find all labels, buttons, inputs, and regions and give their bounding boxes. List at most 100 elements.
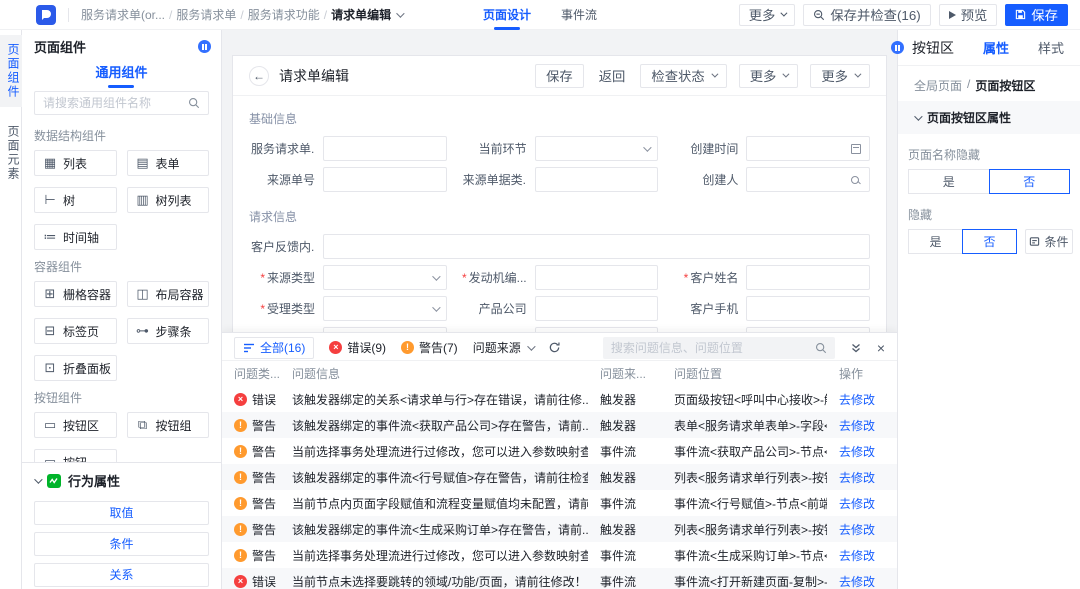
app-logo-icon[interactable] xyxy=(36,5,56,25)
behavior-button[interactable]: 条件 xyxy=(34,532,209,556)
go-fix-link[interactable]: 去修改 xyxy=(839,573,885,589)
field-input[interactable] xyxy=(535,296,659,321)
collapse-inspector-icon[interactable] xyxy=(891,41,904,54)
refresh-icon[interactable] xyxy=(548,341,561,354)
component-item[interactable]: ▦列表 xyxy=(34,150,117,176)
page-name-hidden-no[interactable]: 否 xyxy=(989,169,1071,194)
hidden-yes[interactable]: 是 xyxy=(908,229,963,254)
behavior-button[interactable]: 取值 xyxy=(34,501,209,525)
component-label: 标签页 xyxy=(63,323,99,340)
form-grid: 服务请求单... 当前环节 创建时间 xyxy=(249,136,870,192)
component-item[interactable]: ⊞栅格容器 xyxy=(34,281,117,307)
component-item[interactable]: ▤表单 xyxy=(127,150,210,176)
preview-button[interactable]: 预览 xyxy=(939,4,998,26)
go-fix-link[interactable]: 去修改 xyxy=(839,547,885,564)
field-input[interactable] xyxy=(535,167,659,192)
breadcrumb-item[interactable]: 全局页面 xyxy=(914,77,962,94)
field-input[interactable] xyxy=(323,136,447,161)
issue-type: 警告 xyxy=(234,547,280,564)
field-input[interactable] xyxy=(746,296,870,321)
go-fix-link[interactable]: 去修改 xyxy=(839,495,885,512)
page-name-hidden-yes[interactable]: 是 xyxy=(908,169,990,194)
issue-row[interactable]: 警告 当前选择事务处理流进行过修改，您可以进入参数映射查... 事件流 事件流<… xyxy=(222,438,897,464)
canvas-action-button[interactable]: 更多 xyxy=(810,64,870,88)
search-icon xyxy=(815,342,827,354)
breadcrumb-item[interactable]: 服务请求功能 xyxy=(248,6,320,23)
form-field: *发动机编... xyxy=(461,265,659,290)
component-item[interactable]: ⊢树 xyxy=(34,187,117,213)
form-field: 产品公司 xyxy=(461,296,659,321)
save-and-check-button[interactable]: 保存并检查(16) xyxy=(803,4,930,26)
field-input[interactable] xyxy=(323,234,870,259)
field-input[interactable] xyxy=(535,265,659,290)
close-issues-icon[interactable]: × xyxy=(877,341,885,355)
field-input[interactable] xyxy=(746,136,870,161)
go-fix-link[interactable]: 去修改 xyxy=(839,443,885,460)
rail-tab-page-components[interactable]: 页面组件 xyxy=(0,35,22,107)
issue-row[interactable]: 警告 该触发器绑定的事件流<生成采购订单>存在警告，请前... 触发器 列表<服… xyxy=(222,516,897,542)
field-input[interactable] xyxy=(535,136,659,161)
field-input[interactable] xyxy=(323,265,447,290)
component-item[interactable]: ▭按钮 xyxy=(34,449,117,462)
chevron-down-icon xyxy=(854,71,861,78)
canvas-action-button[interactable]: 保存 xyxy=(535,64,584,88)
issue-source-dropdown[interactable]: 问题来源 xyxy=(473,339,533,356)
collapse-sidebar-icon[interactable] xyxy=(198,40,211,53)
collapse-issues-icon[interactable] xyxy=(850,342,862,354)
issue-message: 当前节点未选择要跳转的领域/功能/页面，请前往修改！ xyxy=(292,573,588,589)
issues-tab-all[interactable]: 全部(16) xyxy=(234,337,314,359)
field-input[interactable] xyxy=(746,265,870,290)
canvas-action-button[interactable]: 更多 xyxy=(739,64,799,88)
component-item[interactable]: ⊶步骤条 xyxy=(127,318,210,344)
component-item[interactable]: ≔时间轴 xyxy=(34,224,117,250)
field-input[interactable] xyxy=(323,167,447,192)
save-button[interactable]: 保存 xyxy=(1005,4,1068,26)
canvas-action-button[interactable]: 检查状态 xyxy=(640,64,726,88)
issues-tab-errors[interactable]: 错误(9) xyxy=(329,339,386,356)
rail-tab-page-elements[interactable]: 页面元素 xyxy=(0,117,22,189)
behavior-button[interactable]: 关系 xyxy=(34,563,209,587)
go-fix-link[interactable]: 去修改 xyxy=(839,391,885,408)
tab-page-design[interactable]: 页面设计 xyxy=(483,0,531,30)
condition-button[interactable]: 条件 xyxy=(1025,229,1073,254)
component-item[interactable]: ⧉按钮组 xyxy=(127,412,210,438)
back-icon[interactable] xyxy=(249,66,269,86)
issues-search-input[interactable] xyxy=(611,341,809,355)
breadcrumb-item[interactable]: 服务请求单(or... xyxy=(81,6,165,23)
go-fix-link[interactable]: 去修改 xyxy=(839,469,885,486)
component-search-input[interactable] xyxy=(43,96,182,110)
component-item[interactable]: ▥树列表 xyxy=(127,187,210,213)
issue-row[interactable]: 警告 当前节点内页面字段赋值和流程变量赋值均未配置，请前... 事件流 事件流<… xyxy=(222,490,897,516)
canvas-action-button[interactable]: 返回 xyxy=(596,64,629,88)
inspector-section-header[interactable]: 页面按钮区属性 xyxy=(898,101,1080,134)
hidden-no[interactable]: 否 xyxy=(962,229,1017,254)
issue-type-icon xyxy=(234,393,247,406)
field-label: 创建时间 xyxy=(672,140,738,157)
breadcrumb-item[interactable]: 服务请求单 xyxy=(176,6,236,23)
behavior-panel-header[interactable]: 行为属性 xyxy=(22,463,221,494)
go-fix-link[interactable]: 去修改 xyxy=(839,417,885,434)
tab-properties[interactable]: 属性 xyxy=(983,38,1009,57)
field-input[interactable] xyxy=(746,167,870,192)
more-button[interactable]: 更多 xyxy=(739,4,796,26)
issue-row[interactable]: 错误 当前节点未选择要跳转的领域/功能/页面，请前往修改！ 事件流 事件流<打开… xyxy=(222,568,897,589)
issue-row[interactable]: 警告 当前选择事务处理流进行过修改，您可以进入参数映射查... 事件流 事件流<… xyxy=(222,542,897,568)
tab-common-components[interactable]: 通用组件 xyxy=(95,62,147,88)
tab-styles[interactable]: 样式 xyxy=(1038,38,1064,57)
canvas-header: 请求单编辑 保存返回检查状态更多更多 xyxy=(233,56,886,96)
component-item[interactable]: ▭按钮区 xyxy=(34,412,117,438)
select-caret-icon xyxy=(432,303,440,311)
breadcrumb-current[interactable]: 请求单编辑 xyxy=(331,6,402,23)
component-item[interactable]: ⊡折叠面板 xyxy=(34,355,117,381)
button-area-icon: ▭ xyxy=(43,417,57,433)
go-fix-link[interactable]: 去修改 xyxy=(839,521,885,538)
component-item[interactable]: ⊟标签页 xyxy=(34,318,117,344)
tab-event-flow[interactable]: 事件流 xyxy=(561,0,597,30)
component-label: 折叠面板 xyxy=(63,360,111,377)
issue-row[interactable]: 警告 该触发器绑定的事件流<获取产品公司>存在警告，请前... 触发器 表单<服… xyxy=(222,412,897,438)
component-item[interactable]: ◫布局容器 xyxy=(127,281,210,307)
issue-row[interactable]: 警告 该触发器绑定的事件流<行号赋值>存在警告，请前往检查 触发器 列表<服务请… xyxy=(222,464,897,490)
field-input[interactable] xyxy=(323,296,447,321)
issue-row[interactable]: 错误 该触发器绑定的关系<请求单与行>存在错误，请前往修... 触发器 页面级按… xyxy=(222,386,897,412)
issues-tab-warnings[interactable]: 警告(7) xyxy=(401,339,458,356)
